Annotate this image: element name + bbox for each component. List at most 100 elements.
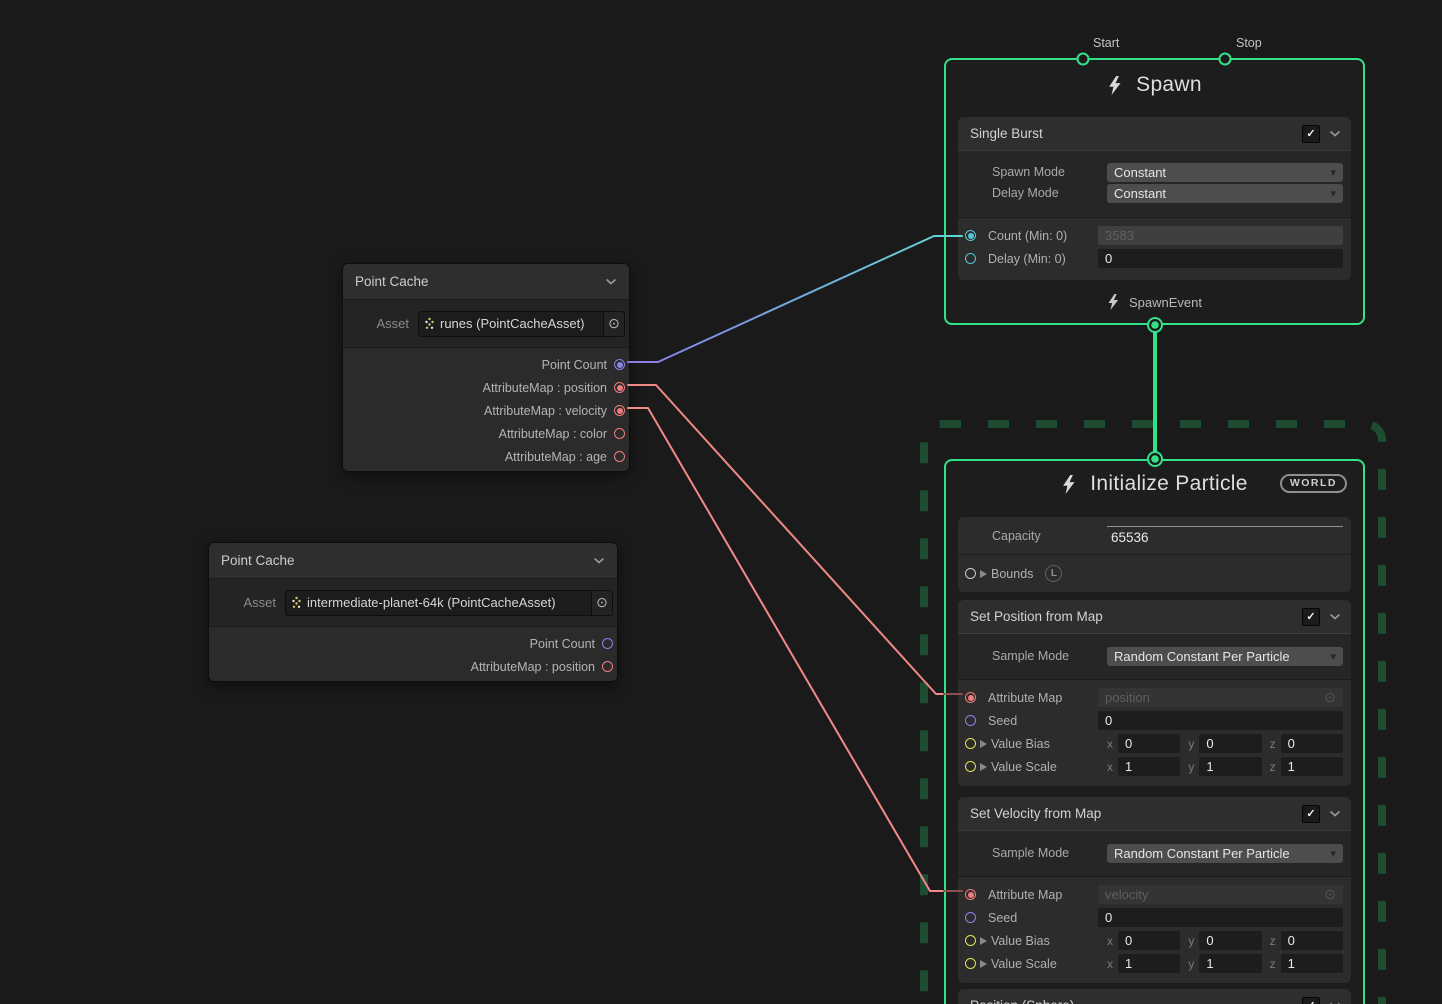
capacity-label: Capacity bbox=[992, 529, 1107, 543]
object-picker-icon[interactable]: ⊙ bbox=[603, 312, 624, 336]
point-cache-title: Point Cache bbox=[355, 274, 429, 289]
point-count-output-port[interactable] bbox=[614, 359, 625, 370]
initialize-particle-context-node[interactable]: Initialize Particle WORLD Capacity 65536… bbox=[944, 459, 1365, 1004]
set-velocity-from-map-block[interactable]: Set Velocity from Map ✓ Sample Mode Rand… bbox=[958, 797, 1351, 983]
chevron-down-icon[interactable] bbox=[1329, 613, 1341, 620]
attribute-map-input-port[interactable] bbox=[965, 692, 976, 703]
initialize-node-title: Initialize Particle bbox=[1090, 472, 1247, 496]
value-scale-x-field[interactable]: 1 bbox=[1118, 757, 1180, 776]
single-burst-block[interactable]: Single Burst ✓ Spawn Mode Constant ▾ Del… bbox=[958, 117, 1351, 280]
delay-mode-dropdown[interactable]: Constant ▾ bbox=[1107, 184, 1343, 203]
value-scale-z-field[interactable]: 1 bbox=[1281, 757, 1343, 776]
sample-mode-value: Random Constant Per Particle bbox=[1114, 649, 1290, 664]
seed-input-port[interactable] bbox=[965, 715, 976, 726]
set-velocity-enabled-checkbox[interactable]: ✓ bbox=[1302, 805, 1320, 823]
dropdown-arrow-icon: ▾ bbox=[1330, 166, 1336, 179]
value-bias-z-field[interactable]: 0 bbox=[1281, 931, 1343, 950]
attribute-map-value-field[interactable]: position ⊙ bbox=[1098, 688, 1343, 707]
value-scale-input-port[interactable] bbox=[965, 761, 976, 772]
attributemap-color-output-port[interactable] bbox=[614, 428, 625, 439]
position-sphere-block[interactable]: Position (Sphere) ✓ bbox=[958, 989, 1351, 1004]
local-space-badge[interactable]: L bbox=[1045, 565, 1062, 582]
seed-label: Seed bbox=[988, 714, 1098, 728]
attributemap-age-output-port[interactable] bbox=[614, 451, 625, 462]
count-value-field[interactable]: 3583 bbox=[1098, 226, 1343, 245]
pointcache-asset-icon bbox=[419, 317, 436, 330]
value-bias-input-port[interactable] bbox=[965, 738, 976, 749]
object-picker-icon[interactable]: ⊙ bbox=[591, 591, 612, 615]
sample-mode-dropdown[interactable]: Random Constant Per Particle ▾ bbox=[1107, 647, 1343, 666]
seed-value-field[interactable]: 0 bbox=[1098, 908, 1343, 927]
attributemap-velocity-output-port[interactable] bbox=[614, 405, 625, 416]
count-input-port[interactable] bbox=[965, 230, 976, 241]
delay-value-field[interactable]: 0 bbox=[1098, 249, 1343, 268]
vfx-graph-canvas[interactable]: Start Stop Spawn Single Burst ✓ Spawn Mo… bbox=[0, 0, 1442, 1004]
position-sphere-enabled-checkbox[interactable]: ✓ bbox=[1302, 997, 1320, 1004]
object-picker-icon[interactable]: ⊙ bbox=[1324, 886, 1336, 903]
value-bias-z-field[interactable]: 0 bbox=[1281, 734, 1343, 753]
attribute-map-value-field[interactable]: velocity ⊙ bbox=[1098, 885, 1343, 904]
sample-mode-dropdown[interactable]: Random Constant Per Particle ▾ bbox=[1107, 844, 1343, 863]
attributemap-position-output-port[interactable] bbox=[602, 661, 613, 672]
value-scale-y-field[interactable]: 1 bbox=[1199, 757, 1261, 776]
sample-mode-value: Random Constant Per Particle bbox=[1114, 846, 1290, 861]
wire-position-to-attributemap[interactable] bbox=[628, 385, 944, 694]
foldout-arrow-icon[interactable] bbox=[980, 570, 987, 578]
value-bias-y-field[interactable]: 0 bbox=[1199, 734, 1261, 753]
foldout-arrow-icon[interactable] bbox=[980, 740, 987, 748]
value-bias-input-port[interactable] bbox=[965, 935, 976, 946]
delay-label: Delay (Min: 0) bbox=[988, 252, 1098, 266]
set-position-from-map-block[interactable]: Set Position from Map ✓ Sample Mode Rand… bbox=[958, 600, 1351, 786]
attributemap-age-output-label: AttributeMap : age bbox=[505, 450, 607, 464]
value-scale-input-port[interactable] bbox=[965, 958, 976, 969]
delay-input-port[interactable] bbox=[965, 253, 976, 264]
spawn-event-output-label: SpawnEvent bbox=[1129, 295, 1202, 310]
chevron-down-icon[interactable] bbox=[605, 278, 617, 285]
spawn-start-port-label: Start bbox=[1093, 36, 1119, 50]
foldout-arrow-icon[interactable] bbox=[980, 960, 987, 968]
wire-velocity-to-attributemap[interactable] bbox=[628, 408, 944, 891]
point-cache-runes-header[interactable]: Point Cache bbox=[343, 264, 629, 300]
asset-object-field[interactable]: intermediate-planet-64k (PointCacheAsset… bbox=[285, 590, 613, 616]
capacity-value-field[interactable]: 65536 bbox=[1107, 526, 1343, 545]
seed-input-port[interactable] bbox=[965, 912, 976, 923]
bounds-input-port[interactable] bbox=[965, 568, 976, 579]
spawn-node-titlebar[interactable]: Spawn bbox=[946, 60, 1363, 110]
attributemap-color-output-label: AttributeMap : color bbox=[499, 427, 607, 441]
point-cache-planet-header[interactable]: Point Cache bbox=[209, 543, 617, 579]
object-picker-icon[interactable]: ⊙ bbox=[1324, 689, 1336, 706]
asset-object-field[interactable]: runes (PointCacheAsset) ⊙ bbox=[418, 311, 625, 337]
attributemap-position-output-label: AttributeMap : position bbox=[483, 381, 607, 395]
attributemap-position-output-port[interactable] bbox=[614, 382, 625, 393]
chevron-down-icon[interactable] bbox=[1329, 130, 1341, 137]
attribute-map-input-port[interactable] bbox=[965, 889, 976, 900]
spawn-stop-port-label: Stop bbox=[1236, 36, 1262, 50]
z-axis-label: z bbox=[1270, 737, 1276, 751]
point-count-output-port[interactable] bbox=[602, 638, 613, 649]
value-scale-label: Value Scale bbox=[991, 957, 1107, 971]
sample-mode-label: Sample Mode bbox=[992, 846, 1107, 860]
foldout-arrow-icon[interactable] bbox=[980, 937, 987, 945]
value-scale-z-field[interactable]: 1 bbox=[1281, 954, 1343, 973]
set-position-enabled-checkbox[interactable]: ✓ bbox=[1302, 608, 1320, 626]
wire-pointcount-to-count[interactable] bbox=[628, 236, 962, 362]
seed-value-field[interactable]: 0 bbox=[1098, 711, 1343, 730]
chevron-down-icon[interactable] bbox=[1329, 810, 1341, 817]
spawn-context-node[interactable]: Spawn Single Burst ✓ Spawn Mode Constant… bbox=[944, 58, 1365, 325]
point-cache-planet-node[interactable]: Point Cache Asset intermediate-planet-64… bbox=[208, 542, 618, 682]
seed-label: Seed bbox=[988, 911, 1098, 925]
value-scale-y-field[interactable]: 1 bbox=[1199, 954, 1261, 973]
value-bias-x-field[interactable]: 0 bbox=[1118, 734, 1180, 753]
bounds-label: Bounds bbox=[991, 567, 1033, 581]
foldout-arrow-icon[interactable] bbox=[980, 763, 987, 771]
world-space-badge[interactable]: WORLD bbox=[1280, 474, 1347, 493]
single-burst-enabled-checkbox[interactable]: ✓ bbox=[1302, 125, 1320, 143]
chevron-down-icon[interactable] bbox=[593, 557, 605, 564]
point-cache-runes-node[interactable]: Point Cache Asset runes (PointCacheAsset… bbox=[342, 263, 630, 472]
value-bias-y-field[interactable]: 0 bbox=[1199, 931, 1261, 950]
x-axis-label: x bbox=[1107, 934, 1113, 948]
asset-label: Asset bbox=[343, 316, 418, 331]
spawn-mode-dropdown[interactable]: Constant ▾ bbox=[1107, 163, 1343, 182]
value-bias-x-field[interactable]: 0 bbox=[1118, 931, 1180, 950]
value-scale-x-field[interactable]: 1 bbox=[1118, 954, 1180, 973]
